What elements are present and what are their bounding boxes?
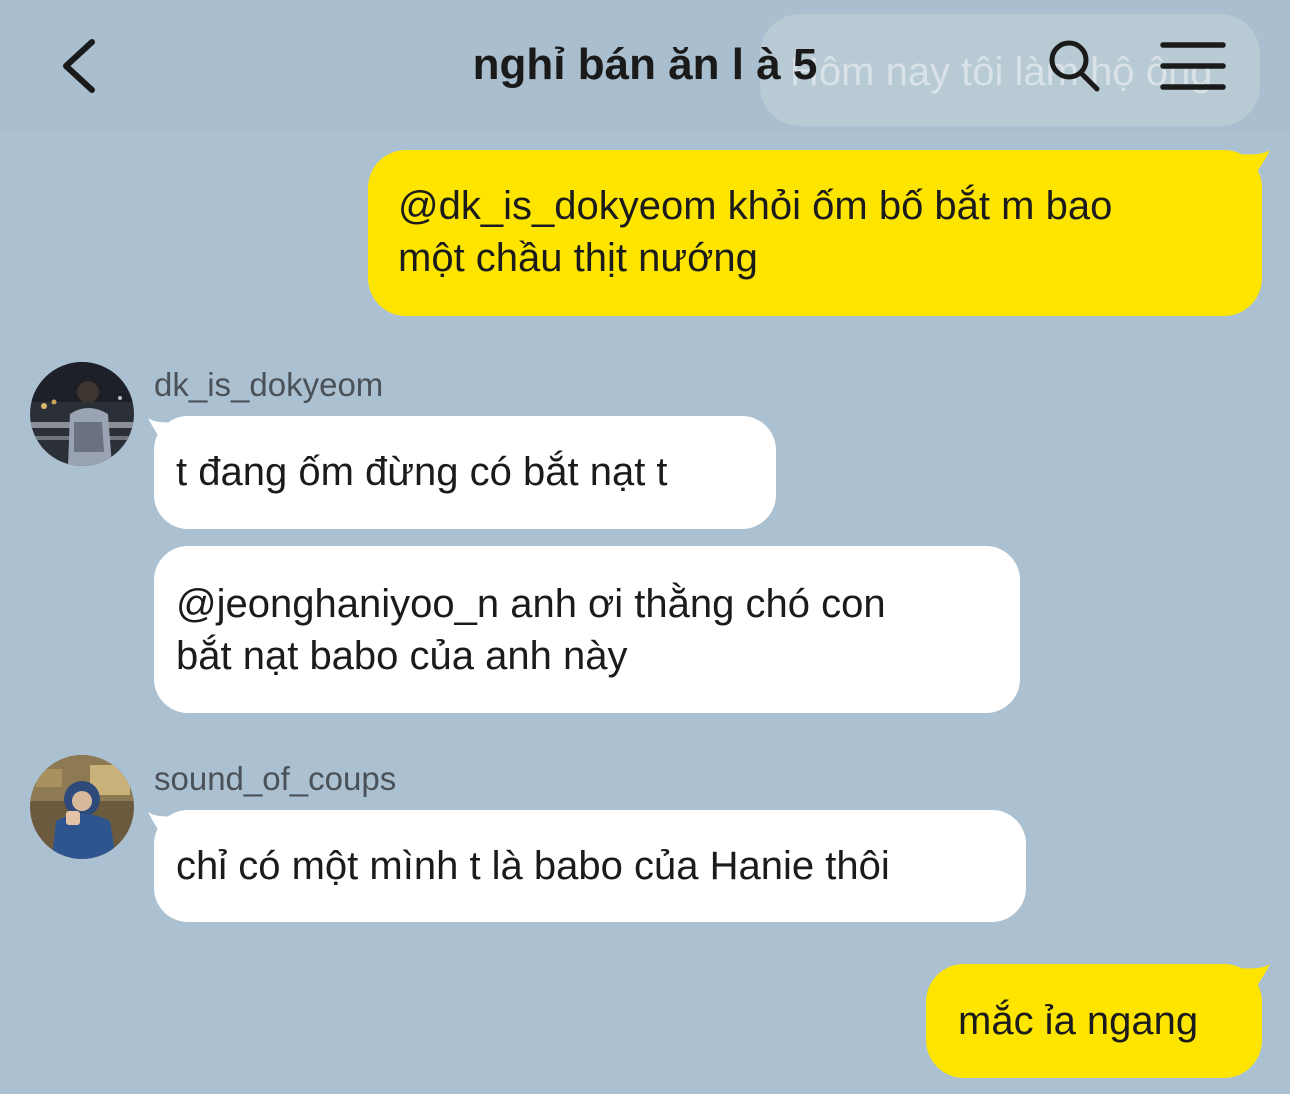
chat-header: Hôm nay tôi làm hộ ông nghỉ bán ăn l à 5 xyxy=(0,0,1290,132)
other-message-bubble[interactable]: chỉ có một mình t là babo của Hanie thôi xyxy=(154,810,1026,922)
avatar-dk-is-dokyeom[interactable] xyxy=(30,362,134,466)
hamburger-menu-icon[interactable] xyxy=(1160,40,1226,92)
avatar-sound-of-coups[interactable] xyxy=(30,755,134,859)
sender-name: sound_of_coups xyxy=(154,760,397,797)
my-message-bubble[interactable]: mắc ỉa ngang xyxy=(926,964,1262,1078)
other-message-bubble[interactable]: t đang ốm đừng có bắt nạt t xyxy=(154,416,776,529)
my-message-bubble[interactable]: @dk_is_dokyeom khỏi ốm bố bắt m bao một … xyxy=(368,150,1262,316)
sender-name: dk_is_dokyeom xyxy=(154,366,384,403)
other-message-bubble[interactable]: @jeonghaniyoo_n anh ơi thằng chó con bắt… xyxy=(154,546,1020,713)
search-icon[interactable] xyxy=(1044,36,1104,96)
message-line: một chầu thịt nướng xyxy=(398,236,758,280)
my-bubble-tail xyxy=(1236,964,1270,998)
message-line: @dk_is_dokyeom khỏi ốm bố bắt m bao xyxy=(398,184,1113,228)
my-bubble-tail xyxy=(1236,150,1270,184)
message-line: @jeonghaniyoo_n anh ơi thằng chó con xyxy=(176,582,886,626)
message-text: mắc ỉa ngang xyxy=(958,999,1199,1043)
message-text: t đang ốm đừng có bắt nạt t xyxy=(176,450,668,494)
message-text: chỉ có một mình t là babo của Hanie thôi xyxy=(176,844,890,888)
message-line: bắt nạt babo của anh này xyxy=(176,634,628,678)
